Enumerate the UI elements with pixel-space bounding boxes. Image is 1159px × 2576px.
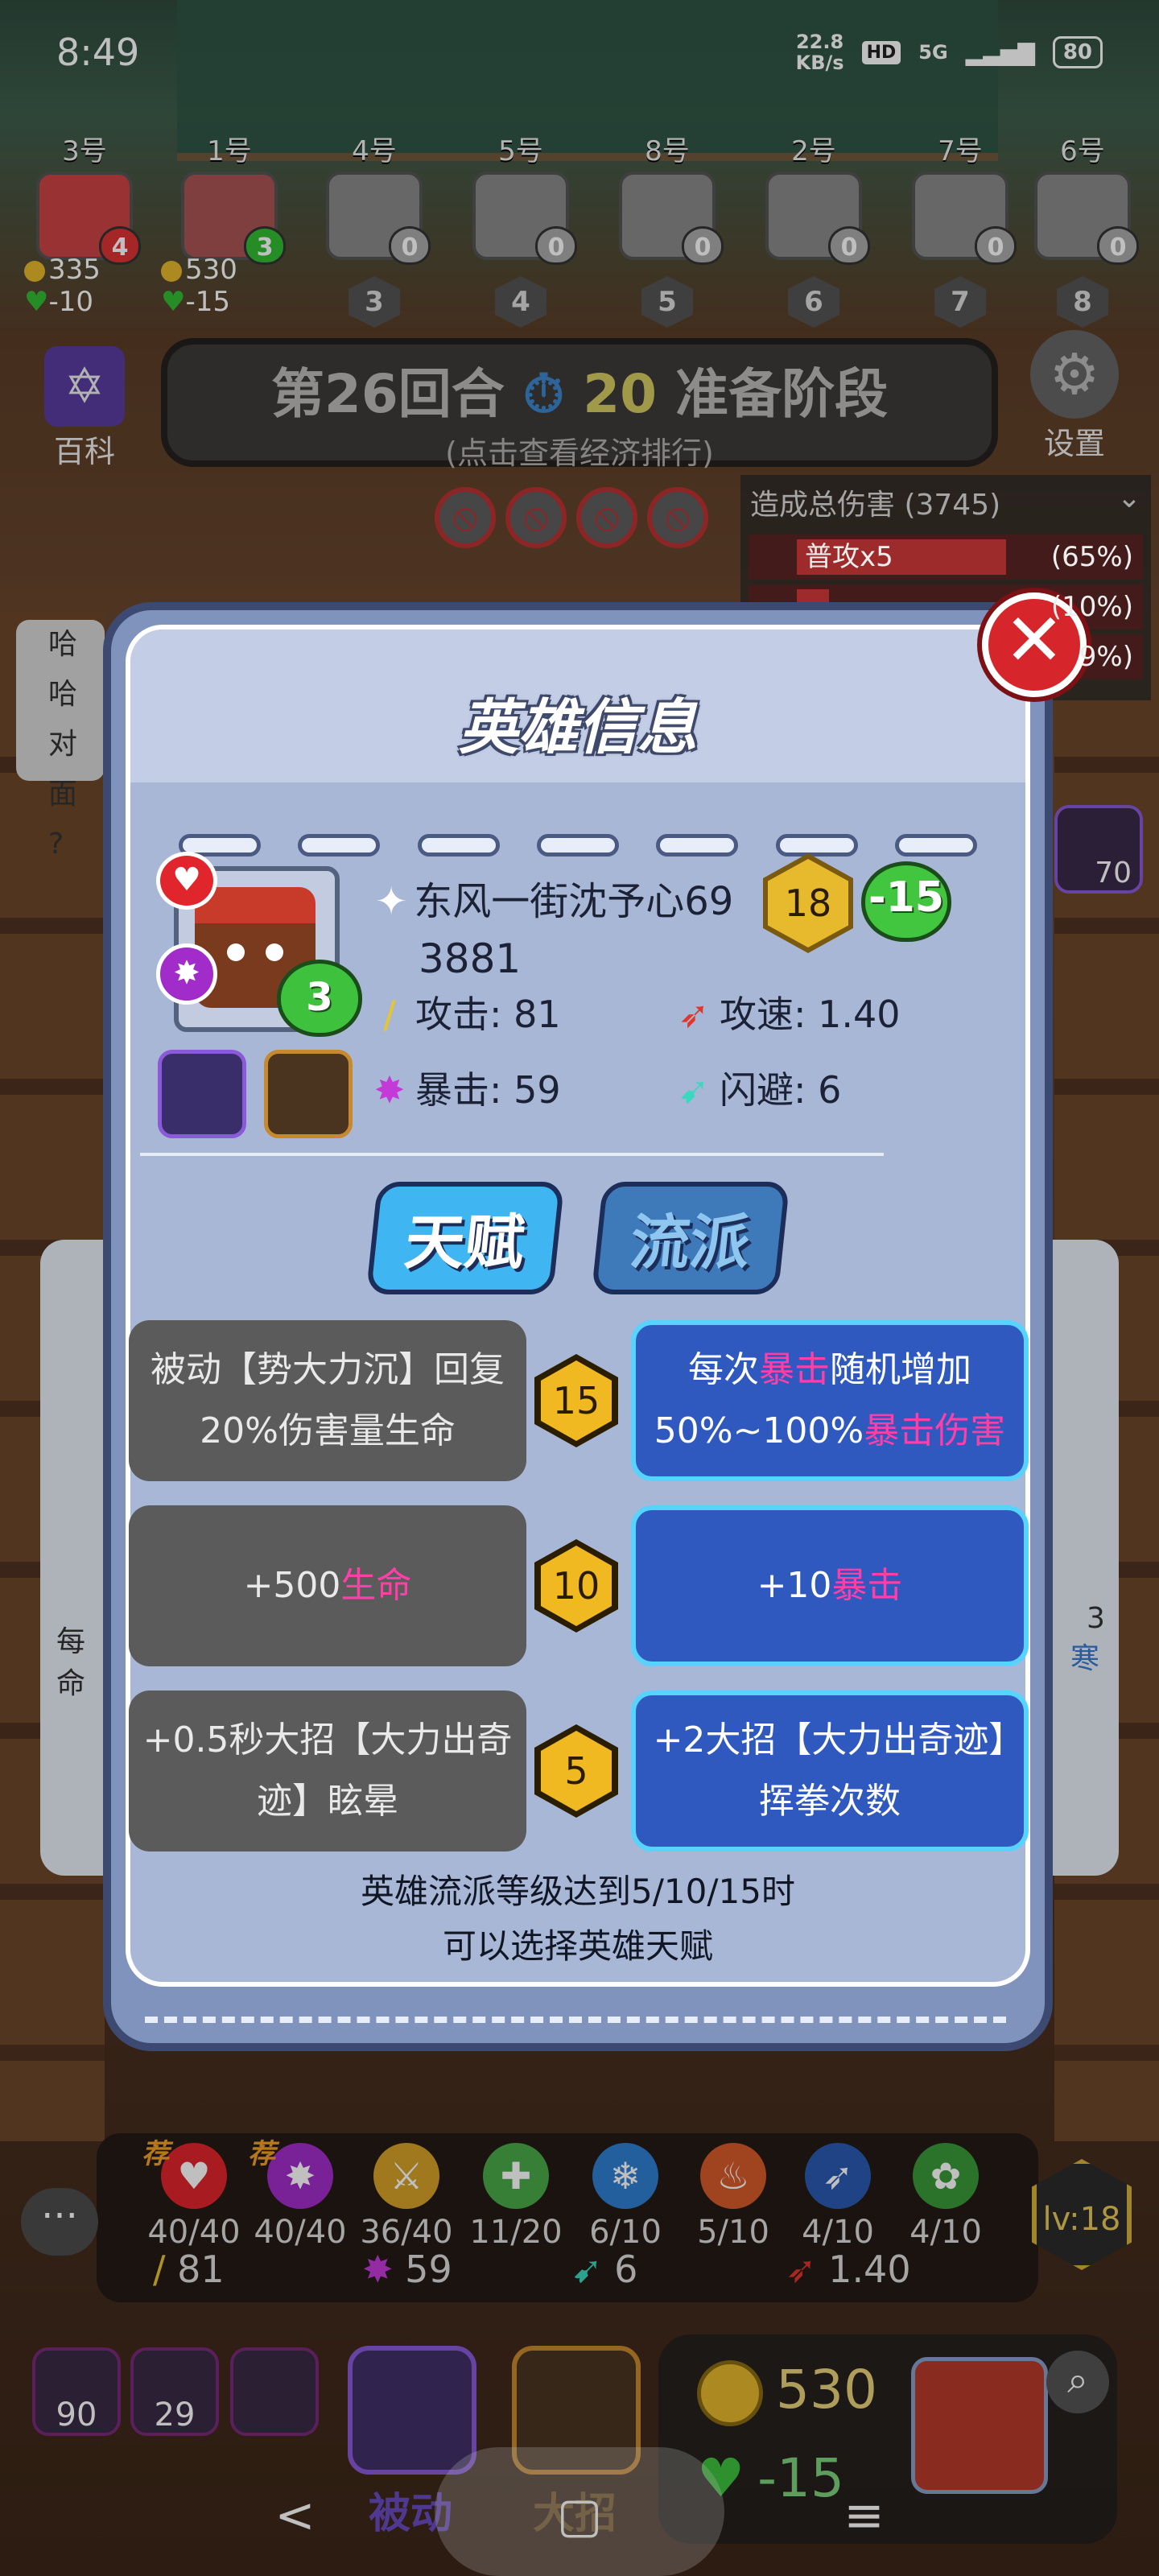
stat-dodge-text: 闪避: 6 xyxy=(720,1068,842,1112)
talent-highlight: 暴击 xyxy=(831,1565,903,1606)
stat-crit: ✸ 暴击: 59 xyxy=(370,1061,561,1114)
damage-label: 普攻x5 xyxy=(805,541,893,573)
sparkle-icon: ✦ xyxy=(375,879,408,924)
dash xyxy=(536,834,619,857)
talent-highlight: 暴击伤害 xyxy=(864,1410,1006,1451)
talent-text-part: +10 xyxy=(757,1565,832,1606)
dash xyxy=(417,834,500,857)
stat-attack-speed: ➶ 攻速: 1.40 xyxy=(674,985,901,1038)
stat-attack-text: 攻击: 81 xyxy=(415,993,561,1036)
talent-text-part: 每次 xyxy=(688,1349,759,1390)
talent-option-right[interactable]: 每次暴击随机增加50%~100%暴击伤害 xyxy=(631,1320,1029,1481)
damage-percent: (10%) xyxy=(1050,591,1133,623)
attack-speed-icon: ➶ xyxy=(678,993,710,1036)
talent-highlight: 生命 xyxy=(340,1565,412,1606)
dash xyxy=(894,834,977,857)
stat-dodge: ➹ 闪避: 6 xyxy=(674,1061,842,1114)
sword-icon: / xyxy=(383,993,396,1036)
talent-text-part: +500 xyxy=(243,1565,341,1606)
talent-level: 15 xyxy=(541,1360,612,1441)
passive-skill-icon[interactable] xyxy=(158,1050,246,1138)
dodge-icon: ➹ xyxy=(678,1068,710,1112)
heart-icon: ♥ xyxy=(156,852,217,910)
talent-level: 5 xyxy=(541,1731,612,1811)
crit-icon: ✸ xyxy=(156,943,217,1005)
ult-skill-icon[interactable] xyxy=(264,1050,353,1138)
dash xyxy=(656,834,739,857)
talent-option-right[interactable]: +2大招【大力出奇迹】挥拳次数 xyxy=(631,1690,1029,1852)
hero-name: ✦ 东风一街沈予心69 xyxy=(375,869,733,926)
talent-text: +10暴击 xyxy=(757,1555,903,1616)
hero-level: 3 xyxy=(277,960,362,1037)
hero-id: 3881 xyxy=(419,935,522,982)
damage-percent: 9%) xyxy=(1079,641,1133,673)
stat-crit-text: 暴击: 59 xyxy=(415,1068,561,1112)
decorative-dashes xyxy=(179,834,977,857)
talent-text: 每次暴击随机增加50%~100%暴击伤害 xyxy=(649,1340,1011,1462)
talent-option-left[interactable]: 被动【势大力沉】回复20%伤害量生命 xyxy=(129,1320,526,1481)
talent-level: 10 xyxy=(541,1546,612,1626)
modal-header: 英雄信息 xyxy=(130,630,1025,782)
hero-eye xyxy=(227,943,245,961)
talent-option-left[interactable]: +0.5秒大招【大力出奇迹】眩晕 xyxy=(129,1690,526,1852)
talent-text: +500生命 xyxy=(244,1555,412,1616)
dash xyxy=(775,834,858,857)
divider xyxy=(140,1153,884,1156)
stat-attack: / 攻击: 81 xyxy=(370,985,561,1038)
talent-unlock-note: 英雄流派等级达到5/10/15时 可以选择英雄天赋 xyxy=(103,1864,1053,1974)
tab-talent[interactable]: 天赋 xyxy=(365,1182,565,1294)
stat-attack-speed-text: 攻速: 1.40 xyxy=(720,993,901,1036)
hp-change-heart: -15 xyxy=(861,861,951,942)
hero-name-text: 东风一街沈予心69 xyxy=(414,879,734,924)
dash xyxy=(298,834,381,857)
hero-eye xyxy=(266,943,283,961)
note-line: 可以选择英雄天赋 xyxy=(442,1926,713,1966)
note-line: 英雄流派等级达到5/10/15时 xyxy=(361,1872,795,1911)
crit-icon: ✸ xyxy=(373,1068,406,1112)
talent-option-left[interactable]: +500生命 xyxy=(129,1505,526,1666)
modal-title: 英雄信息 xyxy=(459,693,697,762)
damage-percent: (65%) xyxy=(1050,541,1133,573)
talent-highlight: 暴击 xyxy=(759,1349,830,1390)
talent-option-right[interactable]: +10暴击 xyxy=(631,1505,1029,1666)
tab-school[interactable]: 流派 xyxy=(591,1182,790,1294)
decorative-dash-line xyxy=(145,2017,1006,2026)
